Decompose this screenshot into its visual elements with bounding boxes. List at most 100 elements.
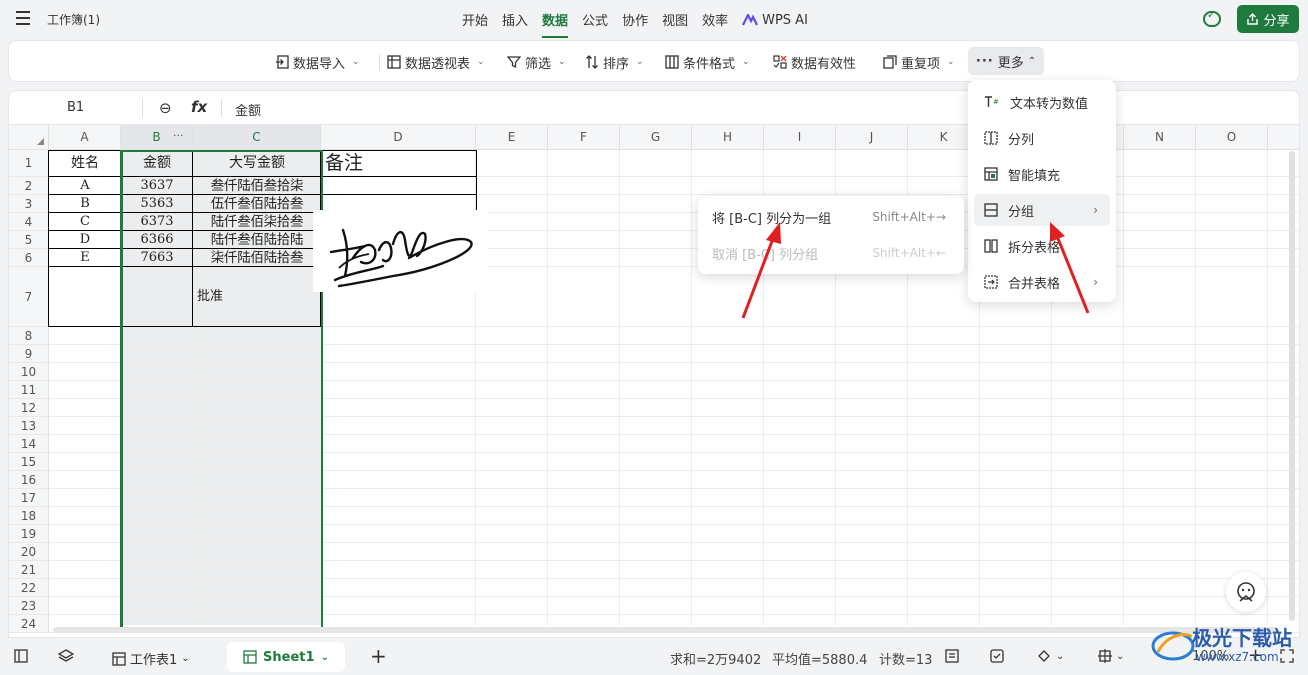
row-header-2[interactable]: 2: [9, 177, 49, 195]
row-header-13[interactable]: 13: [9, 417, 49, 435]
data-validation-label: 数据有效性: [791, 56, 857, 72]
row-header-6[interactable]: 6: [9, 249, 49, 267]
tab-view[interactable]: 视图: [655, 8, 695, 32]
row-header-19[interactable]: 19: [9, 525, 49, 543]
more-button[interactable]: ··· 更多 ⌃: [968, 47, 1044, 75]
add-sheet-icon[interactable]: +: [370, 644, 387, 668]
row-header-3[interactable]: 3: [9, 195, 49, 213]
document-title[interactable]: 工作簿(1): [47, 11, 100, 28]
cloud-sync-icon[interactable]: [1203, 10, 1221, 27]
cell-reference-box[interactable]: B1: [67, 100, 84, 115]
column-header-i[interactable]: I: [764, 125, 836, 150]
select-all-corner[interactable]: [9, 125, 49, 150]
column-header-c[interactable]: C: [193, 125, 321, 150]
sidebar-toggle-icon[interactable]: [14, 649, 28, 663]
row-header-21[interactable]: 21: [9, 561, 49, 579]
menu-item-group[interactable]: 分组 ›: [974, 194, 1110, 226]
tab-efficiency[interactable]: 效率: [695, 8, 735, 32]
row-header-24[interactable]: 24: [9, 615, 49, 633]
row-header-8[interactable]: 8: [9, 327, 49, 345]
vertical-scrollbar[interactable]: [1289, 151, 1295, 621]
formula-input[interactable]: 金额: [235, 100, 261, 119]
grid-column-line: [619, 150, 620, 625]
menu-item-label: 分组: [1008, 204, 1035, 220]
pivot-table-button[interactable]: 数据透视表 ⌄: [387, 51, 485, 73]
zoom-out-icon[interactable]: ⊖: [159, 99, 172, 117]
layers-icon[interactable]: [58, 649, 74, 663]
column-header-g[interactable]: G: [620, 125, 692, 150]
pivot-table-icon: [387, 55, 401, 69]
row-header-11[interactable]: 11: [9, 381, 49, 399]
column-options-icon[interactable]: ···: [173, 129, 184, 142]
menu-item-merge-table[interactable]: 合并表格 ›: [974, 266, 1110, 298]
conditional-format-button[interactable]: 条件格式 ⌄: [665, 51, 750, 73]
row-header-7[interactable]: 7: [9, 267, 49, 327]
sheet-tab-sheet1[interactable]: Sheet1 ⌄: [227, 642, 345, 672]
filter-button[interactable]: 筛选 ⌄: [507, 51, 566, 73]
column-header-n[interactable]: N: [1124, 125, 1196, 150]
chevron-down-icon: ⌄: [742, 57, 750, 67]
cell-a1[interactable]: 姓名: [49, 150, 121, 177]
row-header-16[interactable]: 16: [9, 471, 49, 489]
cell-a6[interactable]: E: [49, 249, 121, 267]
status-sum: 求和=2万9402: [670, 653, 762, 668]
duplicates-button[interactable]: 重复项 ⌄: [883, 51, 955, 73]
sheet-tab-worksheet1[interactable]: 工作表1 ⌄: [112, 649, 190, 668]
menu-item-label: 分列: [1008, 132, 1035, 148]
row-header-18[interactable]: 18: [9, 507, 49, 525]
tab-formula[interactable]: 公式: [575, 8, 615, 32]
row-header-23[interactable]: 23: [9, 597, 49, 615]
tab-insert[interactable]: 插入: [495, 8, 535, 32]
column-header-f[interactable]: F: [548, 125, 620, 150]
review-icon[interactable]: [990, 649, 1004, 663]
row-header-17[interactable]: 17: [9, 489, 49, 507]
horizontal-scrollbar[interactable]: [53, 627, 1278, 633]
group-icon: [984, 203, 998, 217]
row-header-10[interactable]: 10: [9, 363, 49, 381]
column-header-a[interactable]: A: [49, 125, 121, 150]
row-header-1[interactable]: 1: [9, 150, 49, 177]
cell-d1[interactable]: 备注: [325, 150, 385, 177]
menu-item-label: 智能填充: [1008, 168, 1061, 184]
group-columns-option[interactable]: 将 [B-C] 列分为一组 Shift+Alt+→: [704, 201, 958, 233]
column-header-o[interactable]: O: [1196, 125, 1268, 150]
assistant-avatar[interactable]: [1226, 572, 1266, 612]
split-table-icon: [984, 239, 998, 253]
menu-item-label: 拆分表格: [1008, 240, 1061, 256]
data-validation-button[interactable]: 数据有效性: [773, 51, 856, 73]
share-button[interactable]: 分享: [1237, 5, 1299, 33]
cell-a5[interactable]: D: [49, 231, 121, 249]
cell-a2[interactable]: A: [49, 177, 121, 195]
ungroup-columns-option[interactable]: 取消 [B-C] 列分组 Shift+Alt+←: [704, 237, 958, 269]
row-header-22[interactable]: 22: [9, 579, 49, 597]
status-menu-icon[interactable]: [945, 649, 959, 663]
data-import-button[interactable]: 数据导入 ⌄: [275, 51, 360, 73]
row-header-12[interactable]: 12: [9, 399, 49, 417]
cell-a3[interactable]: B: [49, 195, 121, 213]
row-header-20[interactable]: 20: [9, 543, 49, 561]
tab-collaborate[interactable]: 协作: [615, 8, 655, 32]
menu-item-split-column[interactable]: 分列: [974, 122, 1110, 154]
menu-item-smart-fill[interactable]: 智能填充: [974, 158, 1110, 190]
column-header-e[interactable]: E: [476, 125, 548, 150]
freeze-icon[interactable]: ⌄: [1098, 649, 1124, 663]
sort-button[interactable]: 排序 ⌄: [585, 51, 644, 73]
column-header-d[interactable]: D: [321, 125, 476, 150]
cell-a4[interactable]: C: [49, 213, 121, 231]
chevron-up-icon: ⌃: [1027, 55, 1037, 67]
hamburger-menu-icon[interactable]: [16, 11, 30, 25]
tab-wps-ai[interactable]: WPS AI: [735, 8, 815, 32]
row-header-5[interactable]: 5: [9, 231, 49, 249]
view-mode-icon[interactable]: ⌄: [1036, 649, 1064, 663]
row-header-9[interactable]: 9: [9, 345, 49, 363]
menu-item-text-to-number[interactable]: # 文本转为数值: [974, 86, 1110, 118]
row-header-14[interactable]: 14: [9, 435, 49, 453]
row-header-15[interactable]: 15: [9, 453, 49, 471]
menu-item-split-table[interactable]: 拆分表格: [974, 230, 1110, 262]
row-header-4[interactable]: 4: [9, 213, 49, 231]
tab-data[interactable]: 数据: [535, 8, 575, 38]
column-header-j[interactable]: J: [836, 125, 908, 150]
function-icon[interactable]: fx: [191, 98, 207, 116]
tab-start[interactable]: 开始: [455, 8, 495, 32]
column-header-h[interactable]: H: [692, 125, 764, 150]
